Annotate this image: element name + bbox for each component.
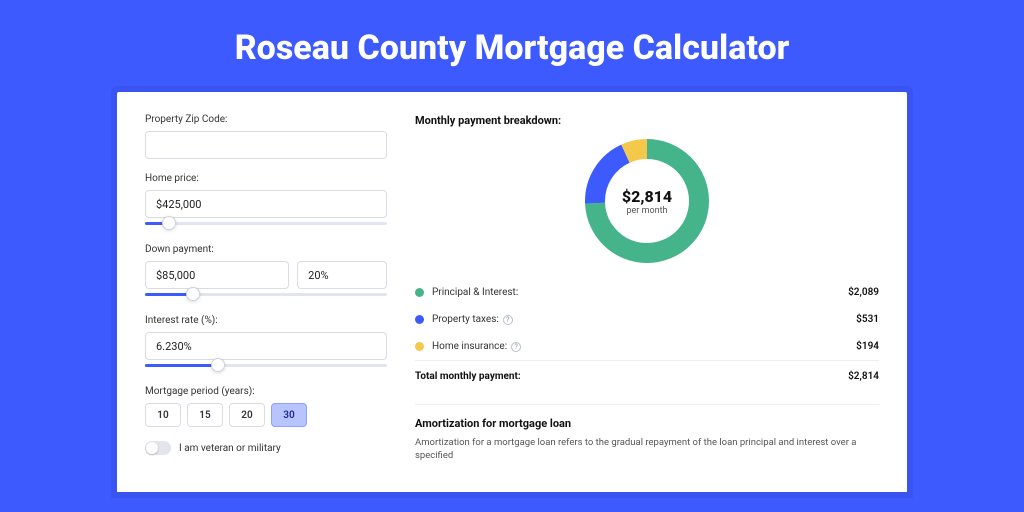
- period-btn-20[interactable]: 20: [229, 403, 265, 427]
- total-label: Total monthly payment:: [415, 371, 848, 382]
- price-label: Home price:: [145, 173, 387, 184]
- legend-label: Property taxes: ?: [432, 314, 856, 325]
- price-slider[interactable]: [145, 216, 387, 230]
- legend-row-2: Home insurance: ?$194: [415, 333, 879, 360]
- donut-chart: $2,814 per month: [415, 133, 879, 273]
- period-btn-10[interactable]: 10: [145, 403, 181, 427]
- veteran-label: I am veteran or military: [179, 443, 281, 454]
- zip-group: Property Zip Code:: [145, 114, 387, 159]
- legend-row-0: Principal & Interest:$2,089: [415, 279, 879, 306]
- period-group: Mortgage period (years): 10152030: [145, 386, 387, 427]
- legend-value: $194: [856, 341, 879, 352]
- breakdown-title: Monthly payment breakdown:: [415, 114, 879, 127]
- rate-slider[interactable]: [145, 358, 387, 372]
- period-options: 10152030: [145, 403, 387, 427]
- amortization-title: Amortization for mortgage loan: [415, 417, 879, 430]
- down-amount-input[interactable]: [145, 261, 289, 289]
- veteran-toggle[interactable]: [145, 441, 171, 455]
- down-percent-input[interactable]: [297, 261, 387, 289]
- form-panel: Property Zip Code: Home price: Down paym…: [145, 114, 387, 492]
- period-btn-15[interactable]: 15: [187, 403, 223, 427]
- legend: Principal & Interest:$2,089Property taxe…: [415, 279, 879, 390]
- period-label: Mortgage period (years):: [145, 386, 387, 397]
- period-btn-30[interactable]: 30: [271, 403, 307, 427]
- veteran-row: I am veteran or military: [145, 441, 387, 455]
- rate-slider-thumb[interactable]: [211, 358, 225, 372]
- calculator-card: Property Zip Code: Home price: Down paym…: [117, 92, 907, 492]
- legend-label: Home insurance: ?: [432, 341, 856, 352]
- price-group: Home price:: [145, 173, 387, 230]
- rate-group: Interest rate (%):: [145, 315, 387, 372]
- price-input[interactable]: [145, 190, 387, 218]
- info-icon[interactable]: ?: [503, 315, 513, 325]
- zip-label: Property Zip Code:: [145, 114, 387, 125]
- down-slider[interactable]: [145, 287, 387, 301]
- zip-input[interactable]: [145, 131, 387, 159]
- legend-dot: [415, 342, 424, 351]
- rate-slider-fill: [145, 364, 218, 367]
- page-title: Roseau County Mortgage Calculator: [0, 0, 1024, 92]
- legend-label: Principal & Interest:: [432, 287, 848, 298]
- legend-value: $2,089: [848, 287, 879, 298]
- amortization-section: Amortization for mortgage loan Amortizat…: [415, 404, 879, 463]
- donut-sub: per month: [626, 206, 667, 216]
- price-slider-thumb[interactable]: [162, 216, 176, 230]
- total-value: $2,814: [848, 371, 879, 382]
- rate-label: Interest rate (%):: [145, 315, 387, 326]
- amortization-body: Amortization for a mortgage loan refers …: [415, 436, 879, 463]
- down-slider-thumb[interactable]: [186, 287, 200, 301]
- rate-input[interactable]: [145, 332, 387, 360]
- legend-row-1: Property taxes: ?$531: [415, 306, 879, 333]
- legend-total-row: Total monthly payment:$2,814: [415, 360, 879, 390]
- breakdown-panel: Monthly payment breakdown: $2,814 per mo…: [415, 114, 879, 492]
- down-group: Down payment:: [145, 244, 387, 301]
- donut-amount: $2,814: [622, 187, 672, 206]
- down-label: Down payment:: [145, 244, 387, 255]
- info-icon[interactable]: ?: [511, 342, 521, 352]
- legend-dot: [415, 288, 424, 297]
- legend-dot: [415, 315, 424, 324]
- legend-value: $531: [856, 314, 879, 325]
